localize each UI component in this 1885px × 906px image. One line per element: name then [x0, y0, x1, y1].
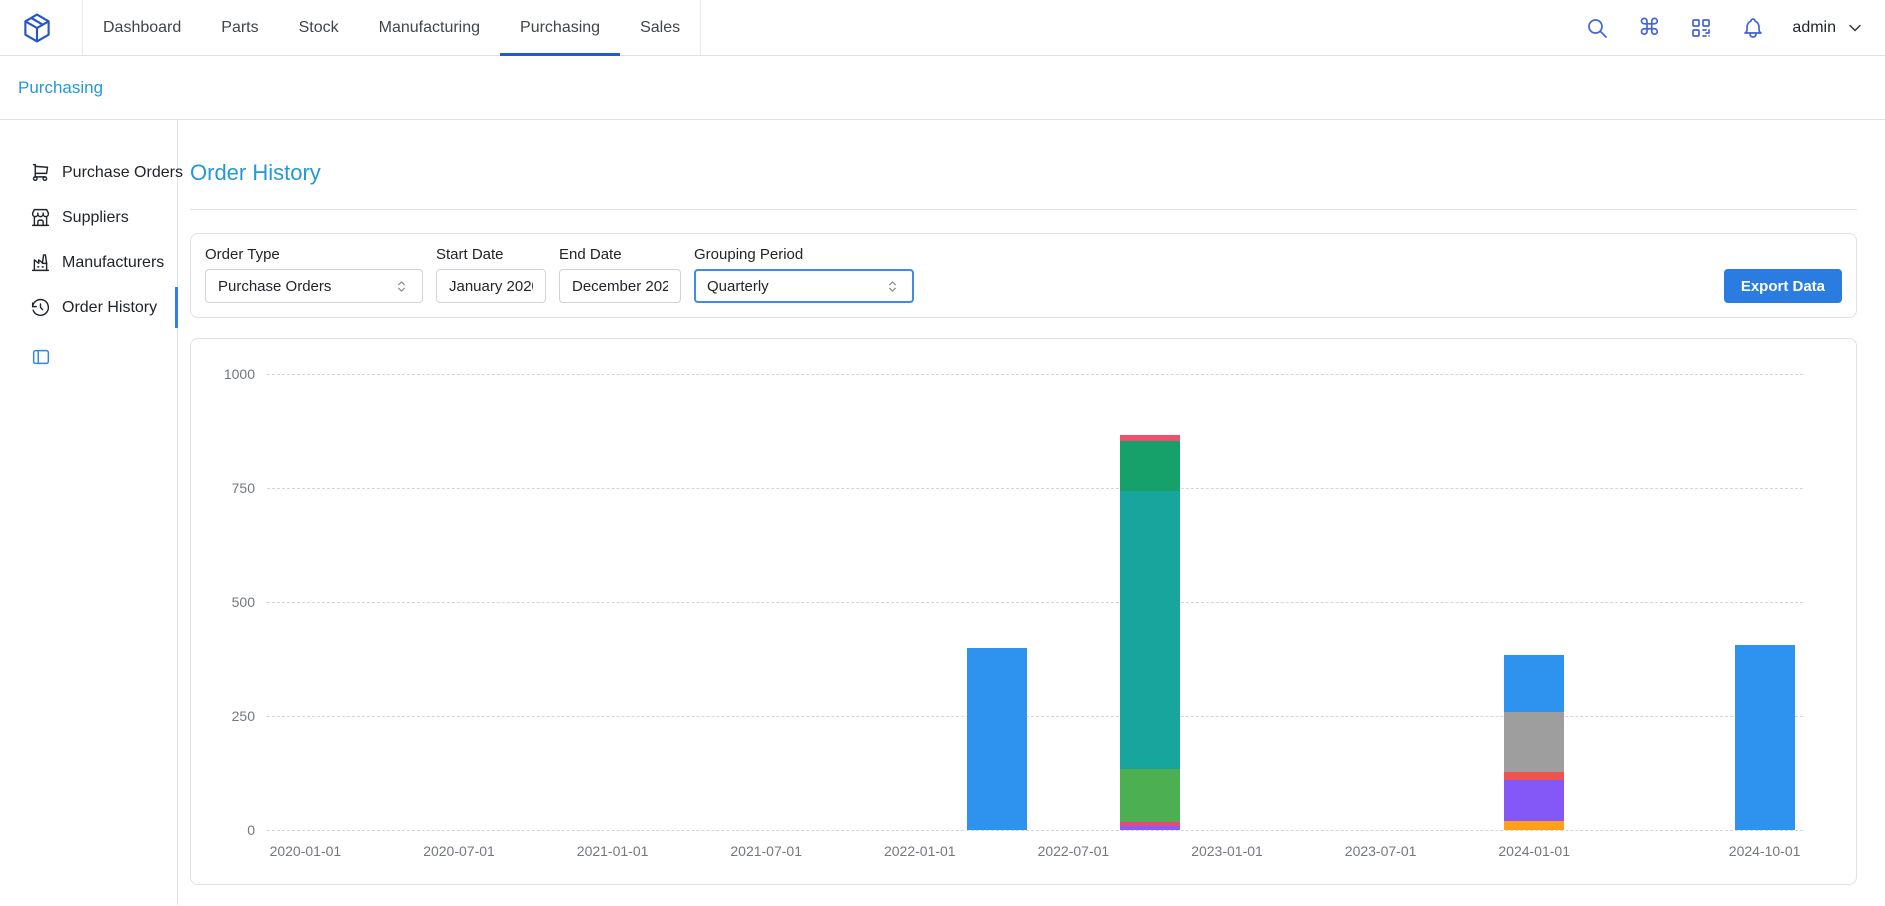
app-window: Dashboard Parts Stock Manufacturing Purc…: [0, 0, 1885, 906]
history-clock-icon: [30, 297, 51, 318]
bar-segment[interactable]: [1735, 645, 1795, 830]
user-menu[interactable]: admin: [1792, 18, 1865, 38]
sidebar-item-order-history[interactable]: Order History: [0, 285, 177, 330]
end-date-label: End Date: [559, 246, 681, 263]
bar-segment[interactable]: [1504, 780, 1564, 821]
tab-dashboard[interactable]: Dashboard: [83, 0, 201, 55]
x-axis-tick-label: 2020-07-01: [423, 843, 495, 859]
start-date-field: Start Date: [436, 246, 546, 303]
x-axis-tick-label: 2022-01-01: [884, 843, 956, 859]
grouping-period-select[interactable]: Quarterly: [694, 269, 914, 303]
sidebar-item-label: Manufacturers: [62, 254, 164, 272]
bar-segment[interactable]: [1120, 441, 1180, 491]
y-axis-tick-label: 1000: [224, 366, 255, 382]
bar-segment[interactable]: [967, 648, 1027, 830]
main-content: Order History Order Type Purchase Orders: [178, 120, 1885, 905]
x-axis-tick-label: 2022-07-01: [1038, 843, 1110, 859]
tab-sales[interactable]: Sales: [620, 0, 700, 55]
order-history-chart-panel: 0 250 500 750 1000 2020-01-01 2020-07-01 2021-0…: [190, 338, 1857, 885]
top-navigation-bar: Dashboard Parts Stock Manufacturing Purc…: [0, 0, 1885, 56]
sidebar-item-label: Purchase Orders: [62, 164, 183, 182]
chart-plot: 025050075010002020-01-012020-07-012021-0…: [267, 374, 1803, 830]
selector-chevrons-icon: [884, 278, 901, 295]
title-divider: [190, 209, 1857, 210]
bar-segment[interactable]: [1504, 772, 1564, 780]
gridline: [267, 374, 1803, 375]
topbar-actions: ⌘ admin: [1584, 0, 1865, 55]
bar-segment[interactable]: [1120, 435, 1180, 441]
x-axis-tick-label: 2024-10-01: [1729, 843, 1801, 859]
notifications-bell-icon[interactable]: [1740, 15, 1766, 41]
y-axis-tick-label: 500: [232, 594, 255, 610]
sidebar: Purchase Orders Suppliers Manufacturers: [0, 120, 178, 905]
grouping-period-field: Grouping Period Quarterly: [694, 246, 914, 303]
storefront-icon: [30, 207, 51, 228]
order-type-select[interactable]: Purchase Orders: [205, 269, 423, 303]
qr-scan-icon[interactable]: [1688, 15, 1714, 41]
bar-segment[interactable]: [1120, 491, 1180, 769]
tab-manufacturing[interactable]: Manufacturing: [359, 0, 500, 55]
tab-parts[interactable]: Parts: [201, 0, 278, 55]
search-icon[interactable]: [1584, 15, 1610, 41]
factory-icon: [30, 252, 51, 273]
breadcrumb[interactable]: Purchasing: [18, 78, 103, 98]
bar-segment[interactable]: [1504, 821, 1564, 830]
shopping-cart-icon: [30, 162, 51, 183]
sidebar-collapse-icon[interactable]: [30, 346, 52, 368]
breadcrumb-bar: Purchasing: [0, 56, 1885, 120]
username-label: admin: [1792, 19, 1836, 37]
sidebar-item-suppliers[interactable]: Suppliers: [0, 195, 177, 240]
sidebar-item-label: Order History: [62, 299, 157, 317]
filter-panel: Order Type Purchase Orders Start Date: [190, 233, 1857, 318]
bar-segment[interactable]: [1504, 712, 1564, 771]
gridline: [267, 830, 1803, 831]
command-palette-icon[interactable]: ⌘: [1636, 15, 1662, 41]
y-axis-tick-label: 0: [247, 822, 255, 838]
gridline: [267, 602, 1803, 603]
page-title: Order History: [190, 160, 1857, 186]
bar-segment[interactable]: [1504, 655, 1564, 712]
grouping-period-label: Grouping Period: [694, 246, 914, 263]
start-date-label: Start Date: [436, 246, 546, 263]
order-type-value: Purchase Orders: [218, 278, 331, 295]
y-axis-tick-label: 750: [232, 480, 255, 496]
end-date-field: End Date: [559, 246, 681, 303]
sidebar-item-label: Suppliers: [62, 209, 129, 227]
end-date-input[interactable]: [559, 269, 681, 303]
main-nav-tabs: Dashboard Parts Stock Manufacturing Purc…: [82, 0, 701, 55]
selector-chevrons-icon: [393, 278, 410, 295]
x-axis-tick-label: 2024-01-01: [1498, 843, 1570, 859]
chevron-down-icon: [1845, 18, 1865, 38]
y-axis-tick-label: 250: [232, 708, 255, 724]
grouping-period-value: Quarterly: [707, 278, 769, 295]
sidebar-item-manufacturers[interactable]: Manufacturers: [0, 240, 177, 285]
command-glyph: ⌘: [1638, 16, 1661, 39]
x-axis-tick-label: 2023-01-01: [1191, 843, 1263, 859]
bar-segment[interactable]: [1120, 826, 1180, 830]
inventree-logo[interactable]: [20, 0, 56, 55]
x-axis-tick-label: 2020-01-01: [270, 843, 342, 859]
x-axis-tick-label: 2023-07-01: [1345, 843, 1417, 859]
sidebar-item-purchase-orders[interactable]: Purchase Orders: [0, 150, 177, 195]
export-data-button[interactable]: Export Data: [1724, 269, 1842, 303]
bar-segment[interactable]: [1120, 769, 1180, 821]
start-date-input[interactable]: [436, 269, 546, 303]
x-axis-tick-label: 2021-01-01: [577, 843, 649, 859]
page-body: Purchase Orders Suppliers Manufacturers: [0, 120, 1885, 905]
tab-purchasing[interactable]: Purchasing: [500, 0, 620, 55]
order-type-field: Order Type Purchase Orders: [205, 246, 423, 303]
gridline: [267, 488, 1803, 489]
order-type-label: Order Type: [205, 246, 423, 263]
gridline: [267, 716, 1803, 717]
bar-segment[interactable]: [1120, 822, 1180, 827]
x-axis-tick-label: 2021-07-01: [730, 843, 802, 859]
tab-stock[interactable]: Stock: [279, 0, 359, 55]
